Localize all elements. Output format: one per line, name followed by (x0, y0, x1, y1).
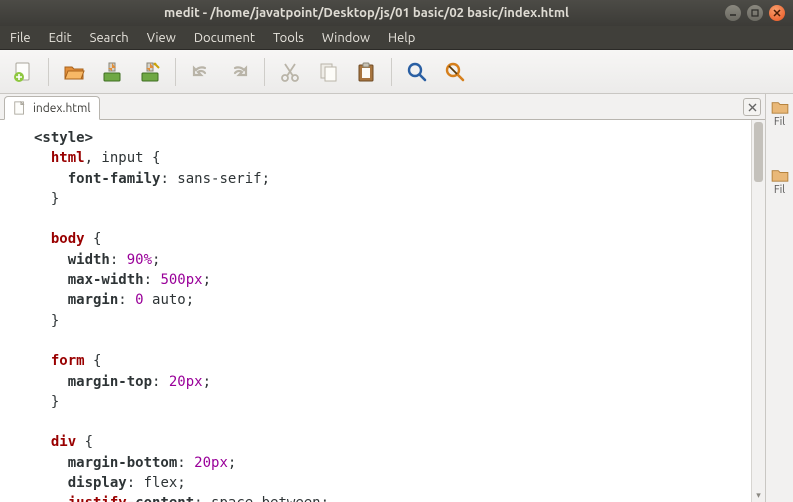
toolbar-separator (175, 58, 176, 86)
minimize-button[interactable] (725, 5, 741, 21)
code-editor[interactable]: <style> html, input { font-family: sans-… (0, 120, 751, 502)
save-button[interactable] (95, 55, 129, 89)
open-button[interactable] (57, 55, 91, 89)
copy-button[interactable] (311, 55, 345, 89)
menu-tools[interactable]: Tools (273, 31, 304, 45)
menu-file[interactable]: File (10, 31, 31, 45)
main-area: index.html <style> html, input { font-fa… (0, 94, 765, 502)
tab-close-button[interactable] (743, 98, 761, 116)
redo-button[interactable] (222, 55, 256, 89)
side-tab-filebrowser[interactable]: Fil (771, 100, 789, 128)
toolbar-separator (48, 58, 49, 86)
save-as-button[interactable] (133, 55, 167, 89)
close-button[interactable] (769, 5, 785, 21)
paste-button[interactable] (349, 55, 383, 89)
tabbar: index.html (0, 94, 765, 120)
menu-edit[interactable]: Edit (49, 31, 72, 45)
scrollbar-thumb[interactable] (754, 122, 763, 182)
menu-search[interactable]: Search (90, 31, 129, 45)
find-button[interactable] (400, 55, 434, 89)
file-icon (13, 101, 27, 115)
menu-window[interactable]: Window (322, 31, 370, 45)
menu-view[interactable]: View (147, 31, 176, 45)
new-file-button[interactable] (6, 55, 40, 89)
cut-button[interactable] (273, 55, 307, 89)
find-replace-button[interactable] (438, 55, 472, 89)
titlebar: medit - /home/javatpoint/Desktop/js/01 b… (0, 0, 793, 26)
folder-icon (771, 168, 789, 182)
side-tab-fileselector[interactable]: Fil (771, 168, 789, 196)
work-area: index.html <style> html, input { font-fa… (0, 94, 793, 502)
menubar: File Edit Search View Document Tools Win… (0, 26, 793, 50)
menu-help[interactable]: Help (388, 31, 415, 45)
tab-index-html[interactable]: index.html (4, 96, 100, 120)
tab-label: index.html (33, 102, 91, 115)
undo-button[interactable] (184, 55, 218, 89)
folder-icon (771, 100, 789, 114)
side-panel: Fil Fil (765, 94, 793, 502)
toolbar-separator (264, 58, 265, 86)
window-controls (725, 5, 785, 21)
scroll-down-arrow[interactable]: ▾ (752, 488, 765, 502)
side-tab-label: Fil (774, 184, 785, 196)
maximize-button[interactable] (747, 5, 763, 21)
vertical-scrollbar[interactable]: ▾ (751, 120, 765, 502)
window-title: medit - /home/javatpoint/Desktop/js/01 b… (8, 6, 725, 20)
editor-wrap: <style> html, input { font-family: sans-… (0, 120, 765, 502)
toolbar (0, 50, 793, 94)
menu-document[interactable]: Document (194, 31, 255, 45)
side-tab-label: Fil (774, 116, 785, 128)
toolbar-separator (391, 58, 392, 86)
